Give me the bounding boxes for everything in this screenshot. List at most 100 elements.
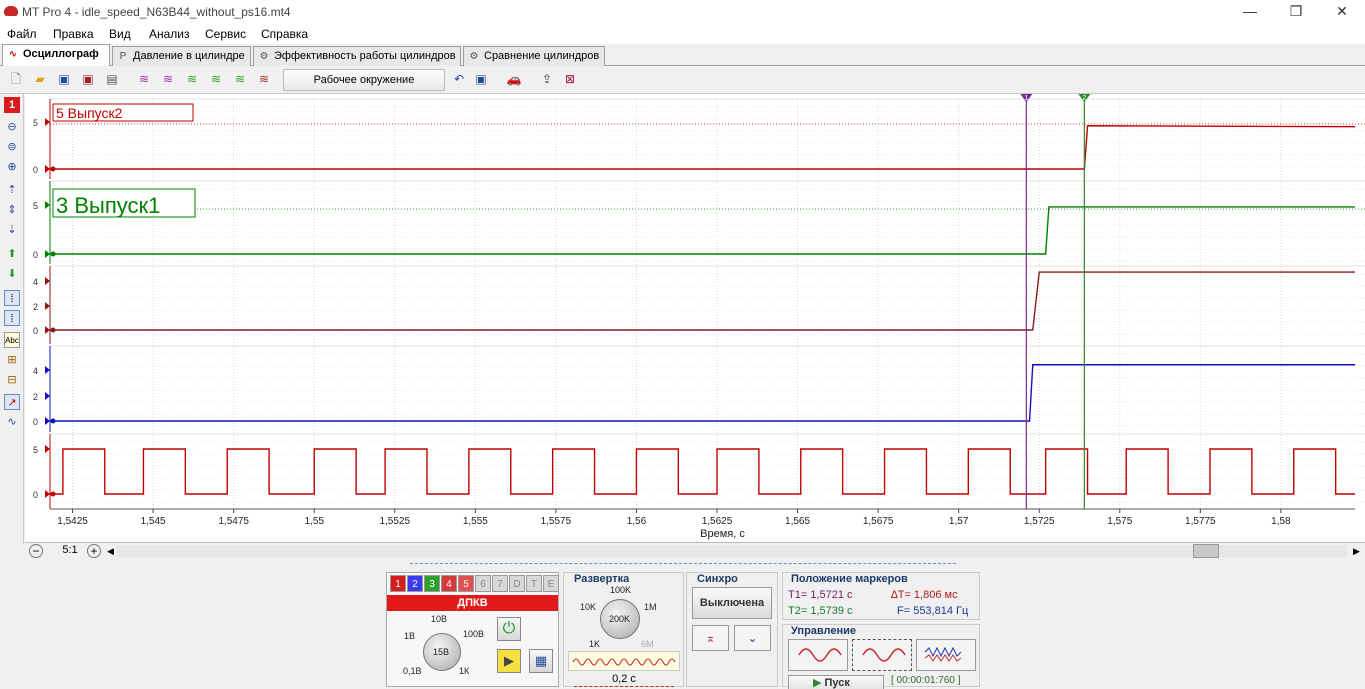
menu-help[interactable]: Справка xyxy=(261,27,308,41)
y-tick-marker xyxy=(45,445,50,453)
tab-oscilloscope[interactable]: ∿ Осциллограф xyxy=(2,44,110,66)
title-bar: MT Pro 4 - idle_speed_N63B44_without_ps1… xyxy=(0,0,1365,24)
menu-file[interactable]: Файл xyxy=(7,27,37,41)
print-icon[interactable]: ▤ xyxy=(103,70,121,88)
invert-icon[interactable]: ▶ xyxy=(497,649,521,673)
sweep-label-6m: 6M xyxy=(641,639,654,649)
save-env-icon[interactable]: ▣ xyxy=(472,70,490,88)
channels-icon-3[interactable]: ≋ xyxy=(183,70,201,88)
y-tick-marker xyxy=(45,277,50,285)
falling-edge-icon[interactable]: ⌄ xyxy=(734,625,771,651)
y-tick-label: 5 xyxy=(33,201,38,211)
rising-edge-icon[interactable]: ⌅ xyxy=(692,625,729,651)
x-tick-label: 1,565 xyxy=(785,516,810,527)
arrow-down-icon[interactable]: ⇣ xyxy=(4,222,20,238)
channel-button-3[interactable]: 3 xyxy=(424,575,440,592)
play-icon: ▶ xyxy=(813,677,825,689)
y-tick-marker xyxy=(45,302,50,310)
power-icon[interactable]: ⏻ xyxy=(497,617,521,641)
move-down-icon[interactable]: ⬇ xyxy=(4,266,20,282)
environment-dropdown[interactable]: Рабочее окружение xyxy=(283,69,445,91)
channel-button-6[interactable]: 6 xyxy=(475,575,491,592)
close-button[interactable]: ✕ xyxy=(1319,0,1365,24)
menu-edit[interactable]: Правка xyxy=(53,27,94,41)
channel-button-2[interactable]: 2 xyxy=(407,575,423,592)
restore-button[interactable]: ❐ xyxy=(1273,0,1319,24)
sweep-label-1m: 1M xyxy=(644,602,657,612)
move-up-icon[interactable]: ⬆ xyxy=(4,246,20,262)
fit-icon[interactable]: ⊠ xyxy=(561,70,579,88)
scale-icon[interactable]: ⊞ xyxy=(4,352,20,368)
y-tick-label: 4 xyxy=(33,366,38,376)
scroll-thumb[interactable] xyxy=(1193,544,1219,558)
voltage-knob-value: 15В xyxy=(433,647,450,657)
zoom-out-icon[interactable]: ⊖ xyxy=(4,119,20,135)
start-button-label: Пуск xyxy=(824,677,850,689)
zoom-in-time-icon[interactable]: + xyxy=(87,544,101,558)
oscilloscope-svg[interactable]: 1,5425 1,545 1,5475 1,55 1,5525 1,555 1,5575 1,… xyxy=(25,94,1365,542)
new-file-icon[interactable]: 🗋 xyxy=(7,70,25,88)
channels-icon-2[interactable]: ≋ xyxy=(159,70,177,88)
cursor-tool-icon[interactable]: ⁞ xyxy=(4,290,20,306)
toolbar: 🗋 ▰ ▣ ▣ ▤ ≋ ≋ ≋ ≋ ≋ ≋ Рабочее окружение … xyxy=(0,66,1365,94)
undo-icon[interactable]: ↶ xyxy=(450,70,468,88)
x-tick-label: 1,57 xyxy=(949,516,969,527)
menu-analysis[interactable]: Анализ xyxy=(149,27,190,41)
y-tick-label: 4 xyxy=(33,277,38,287)
channel-button-T[interactable]: T xyxy=(526,575,542,592)
tab-cylinder-pressure[interactable]: P Давление в цилиндре xyxy=(112,46,251,66)
channel-button-5[interactable]: 5 xyxy=(458,575,474,592)
oscilloscope-plot[interactable]: 1,5425 1,545 1,5475 1,55 1,5525 1,555 1,5575 1,… xyxy=(25,94,1365,544)
tab-cylinder-efficiency[interactable]: ⚙ Эффективность работы цилиндров xyxy=(253,46,461,66)
channel-number-badge[interactable]: 1 xyxy=(4,97,20,113)
scroll-track[interactable] xyxy=(117,545,1347,557)
car-icon[interactable]: 🚗 xyxy=(505,70,523,88)
panel-splitter[interactable] xyxy=(410,563,956,568)
zoom-in-icon[interactable]: ⊕ xyxy=(4,159,20,175)
y-tick-label: 0 xyxy=(33,326,38,336)
graph2-icon[interactable]: ∿ xyxy=(4,414,20,430)
save-as-icon[interactable]: ▣ xyxy=(79,70,97,88)
voltage-label-1v: 1В xyxy=(404,631,416,641)
tab-cylinder-compare[interactable]: ⚙ Сравнение цилиндров xyxy=(463,46,605,66)
wave-icon: ∿ xyxy=(8,49,18,60)
marker-tool-icon[interactable]: ⁞ xyxy=(4,310,20,326)
scroll-right-icon[interactable]: ▶ xyxy=(1353,544,1363,558)
channels-icon-1[interactable]: ≋ xyxy=(135,70,153,88)
minimize-button[interactable]: — xyxy=(1227,0,1273,24)
channels-icon-4[interactable]: ≋ xyxy=(207,70,225,88)
tt-icon[interactable]: ⊟ xyxy=(4,372,20,388)
save-icon[interactable]: ▣ xyxy=(55,70,73,88)
calculator-icon[interactable]: ▦ xyxy=(529,649,553,673)
arrow-updown-icon[interactable]: ⇕ xyxy=(4,202,20,218)
zoom-out-time-icon[interactable]: − xyxy=(29,544,43,558)
sync-mode-button[interactable]: Выключена xyxy=(692,587,772,619)
graph-icon[interactable]: ↗ xyxy=(4,394,20,410)
channel-button-D[interactable]: D xyxy=(509,575,525,592)
pressure-icon: P xyxy=(119,51,127,62)
dashed-wave-icon[interactable] xyxy=(852,639,912,671)
y-tick-marker xyxy=(45,250,50,258)
text-tool-icon[interactable]: Abc xyxy=(4,332,20,348)
elapsed-timer: [ 00:00:01:760 ] xyxy=(891,675,961,686)
y-tick-label: 0 xyxy=(33,417,38,427)
channel-button-E[interactable]: E xyxy=(543,575,559,592)
menu-view[interactable]: Вид xyxy=(109,27,131,41)
arrow-up-icon[interactable]: ⇡ xyxy=(4,182,20,198)
channel-name: ДПКВ xyxy=(387,595,558,611)
channel-button-4[interactable]: 4 xyxy=(441,575,457,592)
zoom-reset-icon[interactable]: ⊜ xyxy=(4,139,20,155)
channels-icon-6[interactable]: ≋ xyxy=(255,70,273,88)
channels-icon-5[interactable]: ≋ xyxy=(231,70,249,88)
control-panel: 1234567DTE ДПКВ 15В 10В 1В 100В 0,1В 1К … xyxy=(0,558,1365,689)
scroll-left-icon[interactable]: ◀ xyxy=(107,544,117,558)
channel-button-7[interactable]: 7 xyxy=(492,575,508,592)
multi-wave-icon[interactable] xyxy=(916,639,976,671)
export-icon[interactable]: ⇪ xyxy=(538,70,556,88)
open-folder-icon[interactable]: ▰ xyxy=(31,70,49,88)
channel-button-1[interactable]: 1 xyxy=(390,575,406,592)
single-wave-icon[interactable] xyxy=(788,639,848,671)
signal-trace xyxy=(50,364,1355,422)
sweep-group: Развертка 100K 10K 1M 1K 6M 200K 0,2 с xyxy=(563,572,684,687)
menu-service[interactable]: Сервис xyxy=(205,27,246,41)
